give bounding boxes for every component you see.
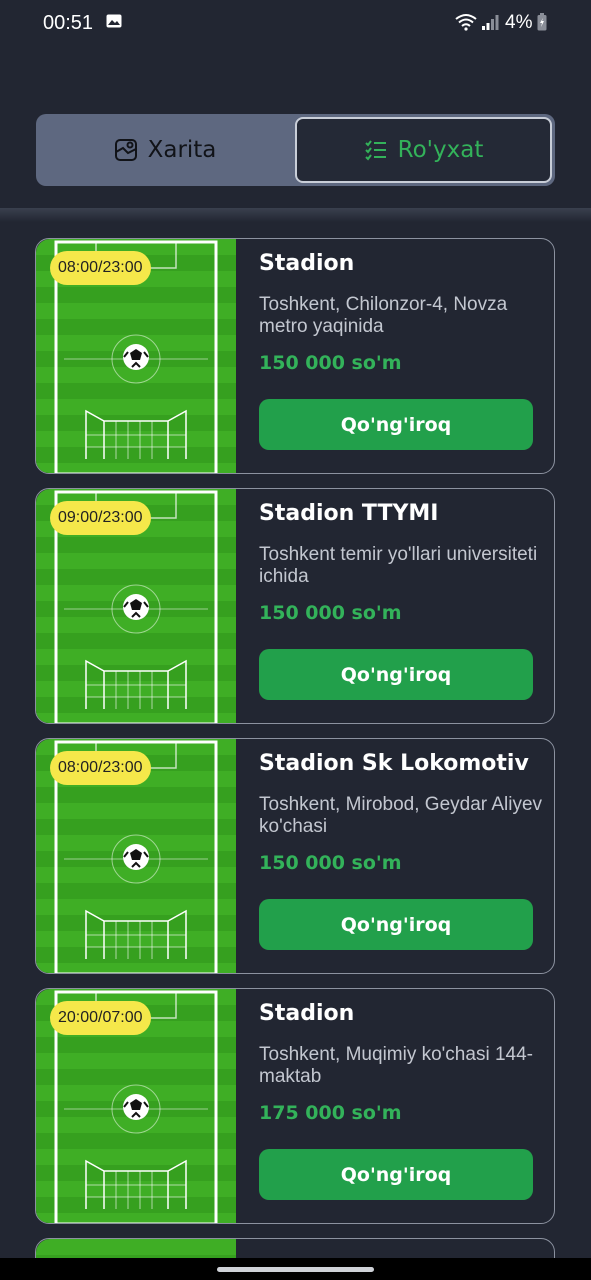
gallery-icon xyxy=(106,14,122,28)
tab-list[interactable]: Ro'yxat xyxy=(295,117,552,183)
stadium-card[interactable]: 08:00/23:00 Stadion Sk Lokomotiv Toshken… xyxy=(35,738,555,974)
status-bar: 00:51 4% xyxy=(0,0,591,48)
stadium-name: Stadion TTYMI xyxy=(259,501,439,526)
checklist-icon xyxy=(364,140,386,161)
hours-badge: 09:00/23:00 xyxy=(50,501,151,535)
signal-icon xyxy=(482,15,499,30)
gesture-bar xyxy=(0,1258,591,1280)
stadium-card[interactable]: 20:00/07:00 Stadion Toshkent, Muqimiy ko… xyxy=(35,988,555,1224)
battery-icon xyxy=(537,13,547,31)
stadium-price: 150 000 so'm xyxy=(259,352,402,374)
call-button[interactable]: Qo'ng'iroq xyxy=(259,1149,533,1200)
stadium-address: Toshkent temir yo'llari universiteti ich… xyxy=(259,544,538,587)
map-icon xyxy=(114,139,137,161)
stadium-name: Stadion Sk Lokomotiv xyxy=(259,751,529,776)
stadium-image: 08:00/23:00 xyxy=(36,239,236,473)
status-time: 00:51 xyxy=(43,12,94,34)
stadium-price: 150 000 so'm xyxy=(259,852,402,874)
stadium-price: 175 000 so'm xyxy=(259,1102,402,1124)
header-divider xyxy=(0,208,591,222)
battery-percent: 4% xyxy=(505,12,533,33)
hours-badge: 08:00/23:00 xyxy=(50,251,151,285)
hours-badge: 20:00/07:00 xyxy=(50,1001,151,1035)
call-button[interactable]: Qo'ng'iroq xyxy=(259,399,533,450)
wifi-icon xyxy=(455,14,477,31)
tab-list-label: Ro'yxat xyxy=(397,137,484,163)
call-button[interactable]: Qo'ng'iroq xyxy=(259,899,533,950)
stadium-card[interactable]: 08:00/23:00 Stadion Toshkent, Chilonzor-… xyxy=(35,238,555,474)
stadium-address: Toshkent, Chilonzor-4, Novza metro yaqin… xyxy=(259,294,508,337)
stadium-name: Stadion xyxy=(259,1001,355,1026)
stadium-address: Toshkent, Mirobod, Geydar Aliyev ko'chas… xyxy=(259,794,543,837)
stadium-image: 09:00/23:00 xyxy=(36,489,236,723)
view-toggle: Xarita Ro'yxat xyxy=(36,114,555,186)
stadium-name: Stadion xyxy=(259,251,355,276)
stadium-image: 20:00/07:00 xyxy=(36,989,236,1223)
hours-badge: 08:00/23:00 xyxy=(50,751,151,785)
stadium-price: 150 000 so'm xyxy=(259,602,402,624)
tab-map[interactable]: Xarita xyxy=(36,114,294,186)
stadium-card[interactable]: 09:00/23:00 Stadion TTYMI Toshkent temir… xyxy=(35,488,555,724)
stadium-image: 08:00/23:00 xyxy=(36,739,236,973)
home-handle[interactable] xyxy=(217,1267,374,1272)
stadium-address: Toshkent, Muqimiy ko'chasi 144-maktab xyxy=(259,1044,533,1087)
call-button[interactable]: Qo'ng'iroq xyxy=(259,649,533,700)
tab-map-label: Xarita xyxy=(147,137,217,163)
